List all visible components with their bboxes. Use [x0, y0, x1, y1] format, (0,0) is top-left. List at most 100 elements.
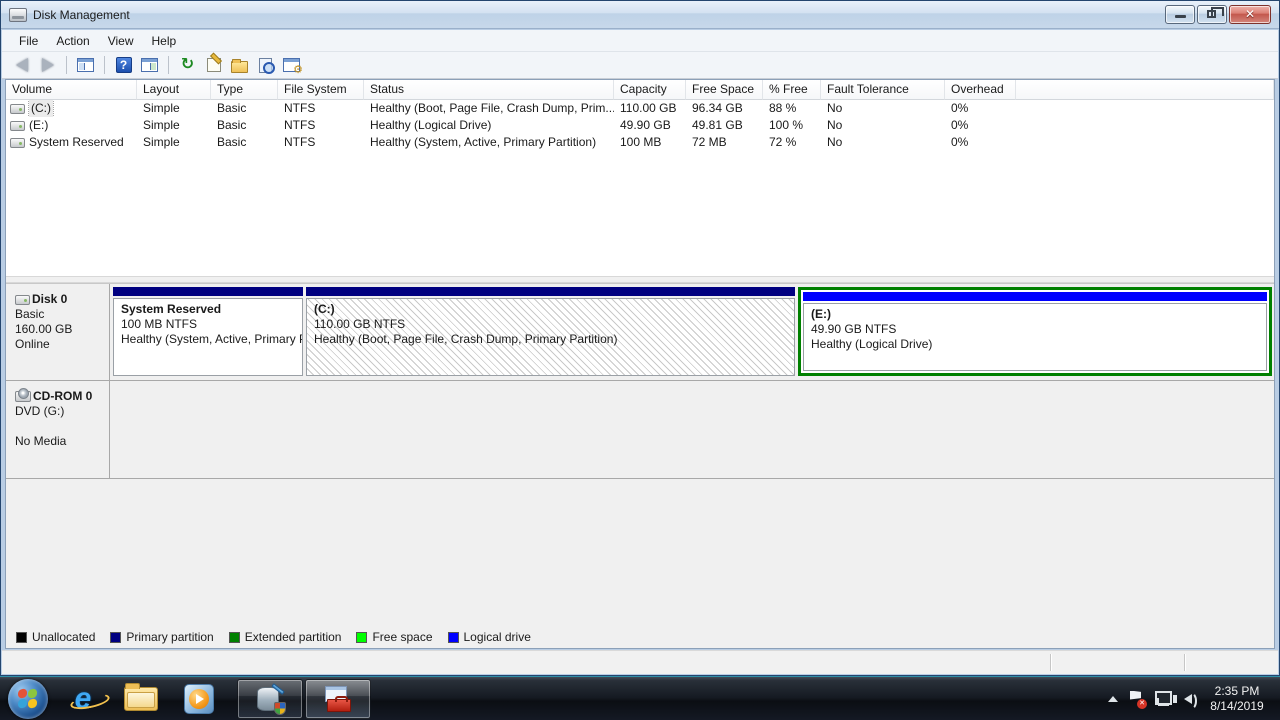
- column-header-file-system[interactable]: File System: [278, 80, 364, 100]
- manage-button[interactable]: [280, 54, 303, 76]
- console-client-area: Volume Layout Type File System Status Ca…: [5, 79, 1275, 649]
- folder-icon: [124, 687, 158, 711]
- properties-icon: [207, 58, 221, 72]
- cell-layout: Simple: [137, 100, 211, 117]
- cell-status: Healthy (Boot, Page File, Crash Dump, Pr…: [364, 100, 614, 117]
- status-bar-separator: [1050, 654, 1051, 671]
- clock-date: 8/14/2019: [1204, 699, 1270, 714]
- graphical-view-pane: Disk 0 Basic 160.00 GB Online System Res…: [6, 283, 1274, 648]
- minimize-button[interactable]: [1165, 5, 1195, 24]
- menu-view[interactable]: View: [99, 31, 143, 51]
- volume-table-header: Volume Layout Type File System Status Ca…: [6, 80, 1274, 100]
- cdrom-name: CD-ROM 0: [33, 389, 92, 404]
- unallocated-swatch: [16, 632, 27, 643]
- taskbar-admin-tools-button[interactable]: [305, 679, 371, 719]
- cell-capacity: 100 MB: [614, 134, 686, 151]
- table-row-system-reserved[interactable]: System Reserved Simple Basic NTFS Health…: [6, 134, 1274, 151]
- taskbar-internet-explorer[interactable]: e: [62, 679, 104, 719]
- cell-capacity: 110.00 GB: [614, 100, 686, 117]
- disk-name: Disk 0: [32, 292, 67, 307]
- partition-name: (C:): [314, 302, 794, 317]
- cell-type: Basic: [211, 117, 278, 134]
- status-bar-separator: [1184, 654, 1185, 671]
- logical-drive-swatch: [448, 632, 459, 643]
- open-button[interactable]: [228, 54, 251, 76]
- taskbar-disk-management-button[interactable]: [237, 679, 303, 719]
- primary-partition-bar: [113, 287, 303, 296]
- logical-drive-bar: [803, 292, 1267, 301]
- partition-status: Healthy (Boot, Page File, Crash Dump, Pr…: [314, 332, 794, 347]
- volume-name: (C:): [29, 100, 53, 117]
- back-button[interactable]: [10, 54, 33, 76]
- restore-button[interactable]: [1197, 5, 1227, 24]
- column-header-fault-tolerance[interactable]: Fault Tolerance: [821, 80, 945, 100]
- disk-0-label[interactable]: Disk 0 Basic 160.00 GB Online: [6, 284, 110, 380]
- legend-item-primary-partition: Primary partition: [110, 630, 213, 644]
- cell-pct-free: 72 %: [763, 134, 821, 151]
- cell-layout: Simple: [137, 134, 211, 151]
- refresh-icon: ↻: [181, 57, 194, 73]
- column-header-type[interactable]: Type: [211, 80, 278, 100]
- title-bar[interactable]: Disk Management ✕: [1, 1, 1279, 29]
- column-header-volume[interactable]: Volume: [6, 80, 137, 100]
- partition-e[interactable]: (E:) 49.90 GB NTFS Healthy (Logical Driv…: [803, 292, 1267, 371]
- volume-icon: [10, 138, 25, 148]
- cell-status: Healthy (System, Active, Primary Partiti…: [364, 134, 614, 151]
- show-action-pane-button[interactable]: [138, 54, 161, 76]
- cdrom-0-label[interactable]: CD-ROM 0 DVD (G:) No Media: [6, 381, 110, 478]
- system-tray: 2:35 PM 8/14/2019: [1108, 684, 1280, 714]
- start-button[interactable]: [8, 679, 48, 719]
- cell-type: Basic: [211, 134, 278, 151]
- cell-fault-tolerance: No: [821, 100, 945, 117]
- menu-file[interactable]: File: [10, 31, 47, 51]
- cdrom-media-status: No Media: [15, 434, 107, 449]
- partition-size: 49.90 GB NTFS: [811, 322, 1266, 337]
- partition-c[interactable]: (C:) 110.00 GB NTFS Healthy (Boot, Page …: [306, 287, 795, 376]
- taskbar-media-player[interactable]: [178, 679, 220, 719]
- show-hidden-icons-button[interactable]: [1108, 696, 1118, 702]
- primary-partition-swatch: [110, 632, 121, 643]
- cell-fault-tolerance: No: [821, 134, 945, 151]
- table-row-e[interactable]: (E:) Simple Basic NTFS Healthy (Logical …: [6, 117, 1274, 134]
- column-header-free-space[interactable]: Free Space: [686, 80, 763, 100]
- menu-bar: File Action View Help: [2, 30, 1278, 52]
- close-button[interactable]: ✕: [1229, 5, 1271, 24]
- refresh-button[interactable]: ↻: [176, 54, 199, 76]
- forward-button[interactable]: [36, 54, 59, 76]
- legend-item-extended-partition: Extended partition: [229, 630, 342, 644]
- primary-partition-bar: [306, 287, 795, 296]
- cell-status: Healthy (Logical Drive): [364, 117, 614, 134]
- cell-capacity: 49.90 GB: [614, 117, 686, 134]
- help-button[interactable]: ?: [112, 54, 135, 76]
- windows-flag-icon: [18, 689, 38, 709]
- find-button[interactable]: [254, 54, 277, 76]
- menu-action[interactable]: Action: [47, 31, 98, 51]
- cell-free-space: 72 MB: [686, 134, 763, 151]
- partition-name: System Reserved: [121, 302, 302, 317]
- volume-name: (E:): [29, 117, 48, 134]
- close-icon: ✕: [1230, 7, 1270, 21]
- pane-splitter[interactable]: [6, 276, 1274, 283]
- taskbar-windows-explorer[interactable]: [120, 679, 162, 719]
- volume-icon: [10, 104, 25, 114]
- magnifier-icon: [259, 58, 272, 73]
- taskbar-clock[interactable]: 2:35 PM 8/14/2019: [1204, 684, 1270, 714]
- network-icon[interactable]: [1155, 691, 1172, 706]
- menu-help[interactable]: Help: [143, 31, 186, 51]
- disk-0-row: Disk 0 Basic 160.00 GB Online System Res…: [6, 283, 1274, 381]
- disk-size: 160.00 GB: [15, 322, 107, 337]
- disk-status: Online: [15, 337, 107, 352]
- action-center-icon[interactable]: [1130, 691, 1143, 707]
- show-console-tree-button[interactable]: [74, 54, 97, 76]
- legend-item-logical-drive: Logical drive: [448, 630, 531, 644]
- disk-icon: [15, 295, 30, 305]
- column-header-capacity[interactable]: Capacity: [614, 80, 686, 100]
- volume-icon[interactable]: [1184, 694, 1192, 704]
- column-header-pct-free[interactable]: % Free: [763, 80, 821, 100]
- column-header-layout[interactable]: Layout: [137, 80, 211, 100]
- column-header-status[interactable]: Status: [364, 80, 614, 100]
- properties-button[interactable]: [202, 54, 225, 76]
- partition-system-reserved[interactable]: System Reserved 100 MB NTFS Healthy (Sys…: [113, 287, 303, 376]
- table-row-c[interactable]: (C:) Simple Basic NTFS Healthy (Boot, Pa…: [6, 100, 1274, 117]
- column-header-overhead[interactable]: Overhead: [945, 80, 1016, 100]
